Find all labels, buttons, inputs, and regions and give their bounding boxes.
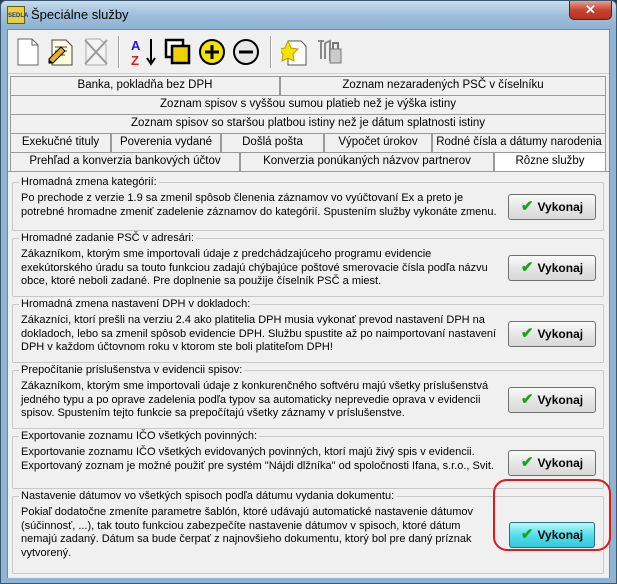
toolbar-separator (118, 36, 120, 68)
execute-button[interactable]: ✔ Vykonaj (508, 387, 596, 413)
new-doc-icon[interactable] (12, 34, 44, 70)
svg-text:A: A (131, 38, 141, 53)
tab-birth-numbers[interactable]: Rodné čísla a dátumy narodenia (432, 133, 606, 152)
tab-execution-titles[interactable]: Exekučné tituly (10, 133, 111, 152)
section-description: Exportovanie zoznamu IČO všetkých evidov… (21, 446, 494, 472)
check-icon: ✔ (520, 259, 534, 276)
tab-higher-payments[interactable]: Zoznam spisov s vyššou sumou platieb než… (10, 95, 606, 114)
tab-issued-warrants[interactable]: Poverenia vydané (111, 133, 221, 152)
section-recalc-accessories: Prepočítanie príslušenstva v evidencii s… (12, 364, 604, 429)
section-vat-settings: Hromadná zmena nastavení DPH v dokladoch… (12, 298, 604, 363)
check-icon: ✔ (520, 454, 534, 471)
copy-icon[interactable] (162, 34, 194, 70)
highlight-circle (493, 479, 611, 551)
section-title: Prepočítanie príslušenstva v evidencii s… (19, 364, 245, 376)
window-title: Špeciálne služby (31, 7, 129, 22)
tab-interest-calc[interactable]: Výpočet úrokov (324, 133, 432, 152)
execute-label: Vykonaj (537, 327, 584, 341)
remove-icon[interactable] (230, 34, 262, 70)
execute-button[interactable]: ✔ Vykonaj (508, 321, 596, 347)
svg-text:Z: Z (131, 53, 139, 68)
section-title: Nastavenie dátumov vo všetkých spisoch p… (19, 490, 397, 502)
execute-label: Vykonaj (537, 200, 584, 214)
section-description: Pokiaľ dodatočne zmeníte parametre šabló… (21, 506, 474, 559)
tab-incoming-mail[interactable]: Došlá pošta (221, 133, 324, 152)
tab-bank-accounts[interactable]: Prehľad a konverzia bankových účtov (10, 152, 240, 171)
tab-row-5: Prehľad a konverzia bankových účtov Konv… (8, 152, 609, 173)
section-category-change: Hromadná zmena kategórií: Po prechode z … (12, 176, 604, 231)
delete-doc-icon[interactable] (80, 34, 112, 70)
edit-doc-icon[interactable] (46, 34, 78, 70)
tab-partner-names[interactable]: Konverzia ponúkaných názvov partnerov (240, 152, 494, 171)
section-zip-codes: Hromadné zadanie PSČ v adresári: Zákazní… (12, 232, 604, 297)
execute-button[interactable]: ✔ Vykonaj (508, 450, 596, 476)
tab-misc-services[interactable]: Rôzne služby (494, 152, 606, 173)
check-icon: ✔ (520, 198, 534, 215)
tab-row-1: Banka, pokladňa bez DPH Zoznam nezaraden… (8, 76, 609, 95)
section-description: Zákazníci, ktorí prešli na verziu 2.4 ak… (21, 314, 497, 353)
execute-label: Vykonaj (537, 456, 584, 470)
tools-icon[interactable] (314, 34, 346, 70)
toolbar-separator (270, 36, 272, 68)
execute-label: Vykonaj (537, 393, 584, 407)
tab-row-3: Zoznam spisov so staršou platbou istiny … (8, 114, 609, 133)
section-description: Zákazníkom, ktorým sme importovali údaje… (21, 248, 488, 287)
app-logo-icon: SEDLA (7, 6, 28, 24)
section-description: Zákazníkom, ktorým sme importovali údaje… (21, 380, 489, 419)
execute-button[interactable]: ✔ Vykonaj (508, 194, 596, 220)
check-icon: ✔ (520, 325, 534, 342)
tab-unassigned-zip[interactable]: Zoznam nezaradených PSČ v číselníku (280, 76, 606, 95)
check-icon: ✔ (520, 391, 534, 408)
special-services-window: SEDLA Špeciálne služby ✕ AZ Banka, pokla… (0, 0, 617, 584)
star-doc-icon[interactable] (280, 34, 312, 70)
sort-az-icon[interactable]: AZ (128, 34, 160, 70)
tab-row-4: Exekučné tituly Poverenia vydané Došlá p… (8, 133, 609, 152)
section-title: Hromadné zadanie PSČ v adresári: (19, 232, 197, 244)
section-title: Hromadná zmena kategórií: (19, 176, 159, 188)
tab-row-2: Zoznam spisov s vyššou sumou platieb než… (8, 95, 609, 114)
execute-label: Vykonaj (537, 261, 584, 275)
close-button[interactable]: ✕ (569, 1, 612, 20)
section-title: Hromadná zmena nastavení DPH v dokladoch… (19, 298, 253, 310)
tab-older-payment[interactable]: Zoznam spisov so staršou platbou istiny … (10, 114, 606, 133)
title-bar[interactable]: SEDLA Špeciálne služby ✕ (1, 1, 616, 29)
section-description: Po prechode z verzie 1.9 sa zmenil spôso… (21, 192, 497, 218)
add-icon[interactable] (196, 34, 228, 70)
tab-bank-cash[interactable]: Banka, pokladňa bez DPH (10, 76, 280, 95)
section-title: Exportovanie zoznamu IČO všetkých povinn… (19, 430, 260, 442)
execute-button[interactable]: ✔ Vykonaj (508, 255, 596, 281)
toolbar: AZ (8, 30, 609, 74)
